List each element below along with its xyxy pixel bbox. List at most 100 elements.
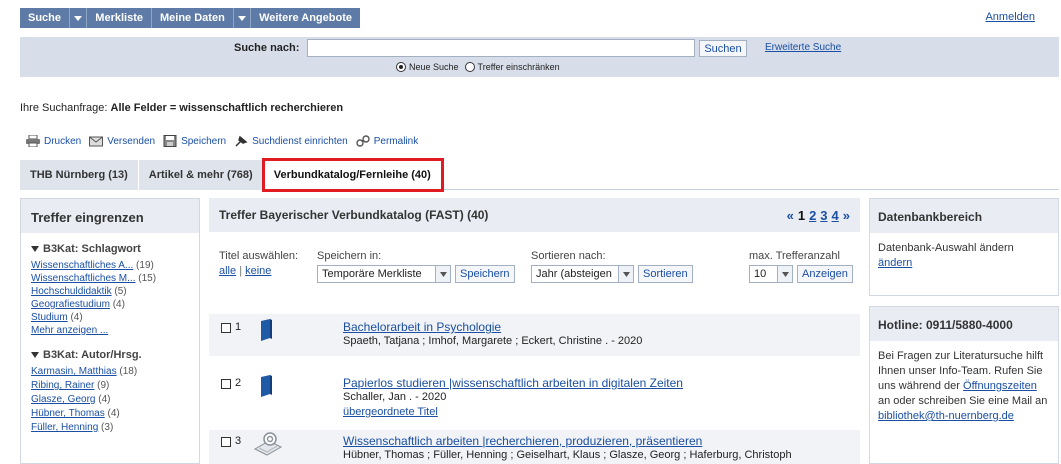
nav-search[interactable]: Suche	[20, 8, 71, 28]
result-row: 3 Wissenschaftlich arbeiten |recherchier…	[209, 430, 860, 464]
facet-author-label: B3Kat: Autor/Hrsg.	[43, 349, 142, 361]
max-results-select[interactable]: 10	[749, 265, 793, 283]
query-prefix: Ihre Suchanfrage:	[20, 102, 108, 114]
dropdown-arrow	[777, 266, 792, 282]
facet-more: Mehr anzeigen ...	[31, 324, 189, 337]
show-button[interactable]: Anzeigen	[797, 265, 853, 283]
facet-link[interactable]: Geografiestudium	[31, 299, 110, 310]
result-title-link[interactable]: Papierlos studieren |wissenschaftlich ar…	[343, 376, 683, 390]
facet-link[interactable]: Hübner, Thomas	[31, 408, 105, 419]
parent-title-link[interactable]: übergeordnete Titel	[343, 406, 438, 418]
alert-action[interactable]: Suchdienst einrichten	[234, 135, 348, 147]
result-meta: Schaller, Jan . - 2020	[343, 391, 447, 403]
facet-count: (4)	[112, 299, 125, 310]
select-all-link[interactable]: alle	[219, 265, 236, 277]
tab-union-catalog[interactable]: Verbundkatalog/Fernleihe (40)	[261, 158, 444, 192]
sort-button[interactable]: Sortieren	[638, 265, 693, 283]
facet-link[interactable]: Füller, Henning	[31, 422, 98, 433]
print-link[interactable]: Drucken	[44, 136, 81, 147]
facet-item: Studium (4)	[31, 311, 189, 324]
facet-author-title[interactable]: B3Kat: Autor/Hrsg.	[31, 349, 189, 361]
save-in-select[interactable]: Temporäre Merkliste	[317, 265, 451, 283]
facet-item: Ribing, Rainer (9)	[31, 379, 189, 393]
search-input[interactable]	[307, 39, 695, 57]
max-results-label: max. Trefferanzahl	[749, 250, 840, 262]
email-link[interactable]: bibliothek@th-nuernberg.de	[878, 410, 1014, 422]
pager-page-4[interactable]: 4	[832, 208, 839, 223]
chevron-down-icon	[237, 15, 246, 21]
advanced-search-link[interactable]: Erweiterte Suche	[765, 42, 841, 53]
facet-item: Karmasin, Matthias (18)	[31, 365, 189, 379]
result-controls: Titel auswählen: alle | keine Speichern …	[219, 250, 859, 290]
facet-link[interactable]: Hochschuldidaktik	[31, 286, 112, 297]
facet-link[interactable]: Glasze, Georg	[31, 394, 95, 405]
permalink-action[interactable]: Permalink	[356, 135, 418, 147]
save-link[interactable]: Speichern	[181, 136, 226, 147]
facet-link[interactable]: Wissenschaftliches M...	[31, 273, 135, 284]
login-link[interactable]: Anmelden	[985, 11, 1035, 23]
pagination: « 1 2 3 4 »	[787, 208, 850, 223]
radio-button-unchecked[interactable]	[464, 62, 475, 72]
chevron-down-icon	[622, 271, 630, 277]
sort-label: Sortieren nach:	[531, 250, 606, 262]
pager-page-3[interactable]: 3	[820, 208, 827, 223]
nav-watchlist[interactable]: Merkliste	[87, 8, 152, 28]
sort-select[interactable]: Jahr (absteigen	[531, 265, 634, 283]
pager-current: 1	[797, 207, 806, 223]
select-none-link[interactable]: keine	[245, 265, 271, 277]
search-mode: Neue Suche Treffer einschränken	[396, 62, 560, 72]
dropdown-arrow	[618, 266, 633, 282]
facet-subject-label: B3Kat: Schlagwort	[43, 243, 141, 255]
print-action[interactable]: Drucken	[26, 135, 81, 147]
result-checkbox[interactable]	[221, 437, 231, 447]
results-title: Treffer Bayerischer Verbundkatalog (FAST…	[219, 208, 489, 222]
hotline-title: Hotline: 0911/5880-4000	[870, 307, 1058, 341]
result-title-link[interactable]: Wissenschaftlich arbeiten |recherchieren…	[343, 434, 702, 448]
facet-link[interactable]: Ribing, Rainer	[31, 380, 94, 391]
show-more-link[interactable]: Mehr anzeigen ...	[31, 325, 108, 336]
permalink-link[interactable]: Permalink	[374, 136, 418, 147]
pager-prev[interactable]: «	[787, 208, 794, 223]
nav-mydata-dropdown[interactable]	[234, 8, 252, 28]
facet-link[interactable]: Karmasin, Matthias	[31, 366, 117, 377]
tab-articles[interactable]: Artikel & mehr (768)	[138, 160, 264, 190]
facet-item: Geografiestudium (4)	[31, 298, 189, 311]
facet-link[interactable]: Studium	[31, 312, 68, 323]
sidebar-title: Treffer eingrenzen	[21, 199, 199, 233]
select-separator: |	[239, 265, 243, 277]
select-links: alle | keine	[219, 265, 271, 277]
chevron-down-icon	[781, 271, 789, 277]
pager-next[interactable]: »	[843, 208, 850, 223]
facet-subject: B3Kat: Schlagwort Wissenschaftliches A..…	[21, 243, 199, 337]
alert-link[interactable]: Suchdienst einrichten	[252, 136, 348, 147]
pager-page-2[interactable]: 2	[809, 208, 816, 223]
save-button[interactable]: Speichern	[455, 265, 515, 283]
nav-search-dropdown[interactable]	[70, 8, 88, 28]
send-action[interactable]: Versenden	[89, 135, 155, 147]
ebook-icon	[253, 432, 283, 456]
facet-author: B3Kat: Autor/Hrsg. Karmasin, Matthias (1…	[21, 349, 199, 435]
radio-refine[interactable]: Treffer einschränken	[464, 62, 560, 72]
nav-mydata[interactable]: Meine Daten	[152, 8, 234, 28]
main-nav: Suche Merkliste Meine Daten Weitere Ange…	[20, 8, 360, 28]
nav-more[interactable]: Weitere Angebote	[251, 8, 360, 28]
chevron-down-icon	[439, 271, 447, 277]
database-text: Datenbank-Auswahl ändern	[878, 242, 1014, 254]
send-link[interactable]: Versenden	[107, 136, 155, 147]
facet-count: (19)	[136, 260, 154, 271]
result-number: 2	[235, 377, 242, 389]
facet-subject-title[interactable]: B3Kat: Schlagwort	[31, 243, 189, 255]
result-checkbox[interactable]	[221, 323, 231, 333]
opening-hours-link[interactable]: Öffnungszeiten	[963, 380, 1037, 392]
link-icon	[356, 135, 370, 147]
save-action[interactable]: Speichern	[163, 135, 226, 147]
result-title-link[interactable]: Bachelorarbeit in Psychologie	[343, 320, 501, 334]
database-change-link[interactable]: ändern	[878, 257, 912, 269]
facet-link[interactable]: Wissenschaftliches A...	[31, 260, 133, 271]
book-icon	[261, 375, 272, 397]
search-button[interactable]: Suchen	[699, 40, 747, 57]
result-checkbox[interactable]	[221, 379, 231, 389]
tab-thb-nuernberg[interactable]: THB Nürnberg (13)	[20, 160, 139, 190]
radio-button-checked[interactable]	[396, 62, 406, 72]
radio-new-search[interactable]: Neue Suche	[396, 62, 459, 72]
